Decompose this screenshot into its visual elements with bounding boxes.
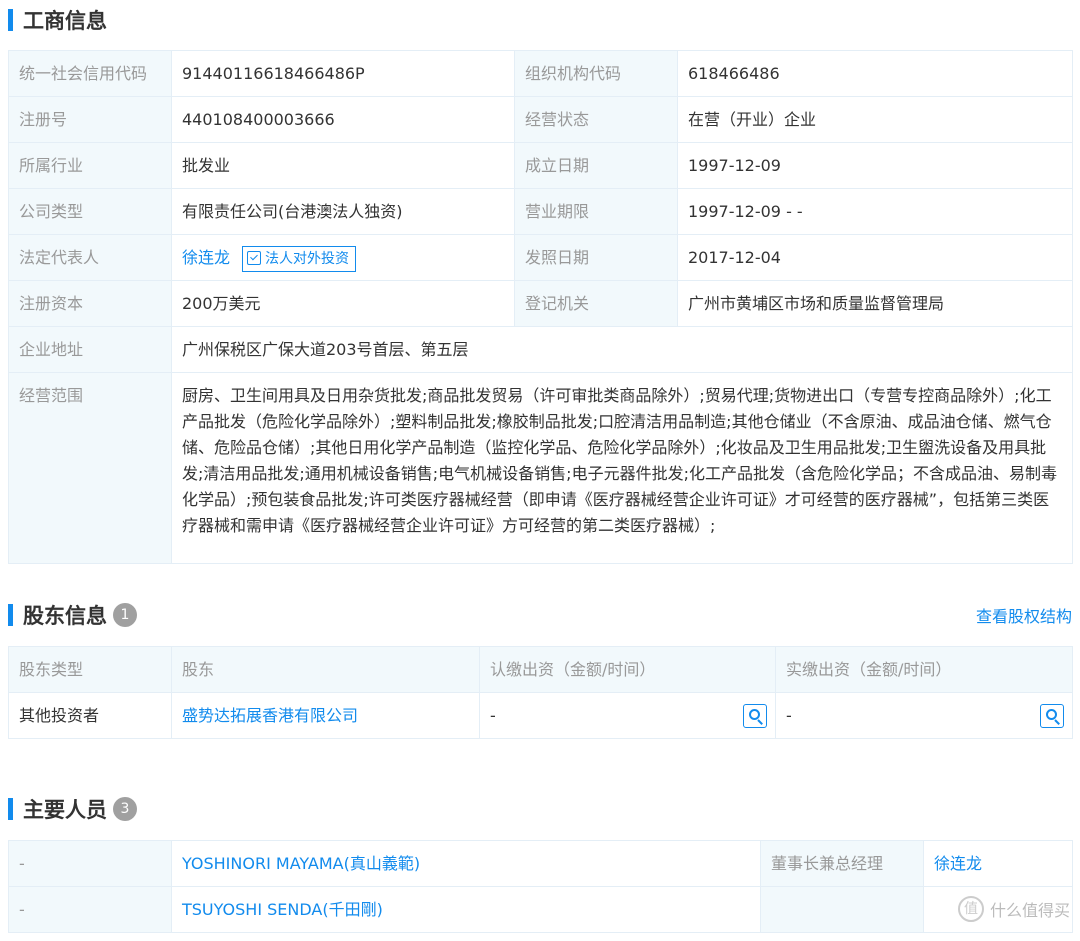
field-value: 200万美元 [171, 280, 515, 327]
field-label: 所属行业 [8, 142, 172, 189]
role-person-link[interactable]: 徐连龙 [934, 854, 982, 873]
person-name-link[interactable]: YOSHINORI MAYAMA(真山義範) [182, 854, 420, 873]
table-row: 所属行业 批发业 成立日期 1997-12-09 [8, 142, 1073, 189]
field-value: 440108400003666 [171, 96, 515, 143]
address-value: 广州保税区广保大道203号首层、第五层 [171, 326, 1073, 373]
count-badge: 3 [113, 797, 137, 821]
business-scope-value: 厨房、卫生间用具及日用杂货批发;商品批发贸易（许可审批类商品除外）;贸易代理;货… [171, 372, 1073, 564]
field-value: 1997-12-09 - - [677, 188, 1073, 235]
field-label: 经营状态 [514, 96, 678, 143]
column-header: 股东 [171, 646, 480, 693]
table-header-row: 股东类型 股东 认缴出资（金额/时间） 实缴出资（金额/时间） [8, 646, 1073, 693]
column-header: 股东类型 [8, 646, 172, 693]
field-label: 公司类型 [8, 188, 172, 235]
role-label [760, 886, 924, 933]
role-person-cell: 徐连龙 [923, 840, 1073, 887]
download-icon [247, 250, 262, 265]
title-accent-bar [8, 9, 13, 31]
table-row: - TSUYOSHI SENDA(千田剛) [8, 886, 1073, 933]
field-label: 企业地址 [8, 326, 172, 373]
role-label: 董事长兼总经理 [760, 840, 924, 887]
shareholders-table: 股东类型 股东 认缴出资（金额/时间） 实缴出资（金额/时间） 其他投资者 盛势… [8, 646, 1073, 739]
view-equity-structure-link[interactable]: 查看股权结构 [976, 603, 1072, 627]
table-row: 公司类型 有限责任公司(台港澳法人独资) 营业期限 1997-12-09 - - [8, 188, 1073, 235]
field-label: 法定代表人 [8, 234, 172, 281]
shareholder-name-cell: 盛势达拓展香港有限公司 [171, 692, 480, 739]
subscribed-capital-value: - [490, 706, 496, 725]
field-label: 经营范围 [8, 372, 172, 564]
business-info-table: 统一社会信用代码 91440116618466486P 组织机构代码 61846… [8, 50, 1073, 564]
row-index: - [8, 886, 172, 933]
key-personnel-heading: 主要人员 3 [8, 794, 137, 824]
field-value: 1997-12-09 [677, 142, 1073, 189]
field-label: 登记机关 [514, 280, 678, 327]
field-value: 有限责任公司(台港澳法人独资) [171, 188, 515, 235]
field-label: 发照日期 [514, 234, 678, 281]
paid-capital-cell: - [775, 692, 1073, 739]
shareholder-name-link[interactable]: 盛势达拓展香港有限公司 [182, 706, 358, 725]
field-value: 批发业 [171, 142, 515, 189]
business-info-heading: 工商信息 [8, 5, 107, 35]
person-name-cell: YOSHINORI MAYAMA(真山義範) [171, 840, 761, 887]
paid-capital-value: - [786, 706, 792, 725]
title-accent-bar [8, 798, 13, 820]
subscribed-capital-cell: - [479, 692, 776, 739]
table-row: - YOSHINORI MAYAMA(真山義範) 董事长兼总经理 徐连龙 [8, 840, 1073, 887]
title-accent-bar [8, 604, 13, 626]
field-value: 广州市黄埔区市场和质量监督管理局 [677, 280, 1073, 327]
count-badge: 1 [113, 603, 137, 627]
person-name-link[interactable]: TSUYOSHI SENDA(千田剛) [182, 900, 383, 919]
search-button[interactable] [743, 704, 767, 728]
section-title: 主要人员 [23, 798, 107, 822]
section-title: 工商信息 [23, 9, 107, 33]
search-button[interactable] [1040, 704, 1064, 728]
legal-rep-investment-button[interactable]: 法人对外投资 [242, 245, 357, 272]
table-row: 企业地址 广州保税区广保大道203号首层、第五层 [8, 326, 1073, 373]
field-value: 91440116618466486P [171, 50, 515, 97]
field-value: 618466486 [677, 50, 1073, 97]
table-row: 统一社会信用代码 91440116618466486P 组织机构代码 61846… [8, 50, 1073, 97]
table-row: 法定代表人 徐连龙 法人对外投资 发照日期 2017-12-04 [8, 234, 1073, 281]
table-row: 其他投资者 盛势达拓展香港有限公司 - - [8, 692, 1073, 739]
button-label: 法人对外投资 [265, 250, 350, 267]
column-header: 认缴出资（金额/时间） [479, 646, 776, 693]
field-label: 组织机构代码 [514, 50, 678, 97]
field-label: 注册号 [8, 96, 172, 143]
watermark-text: 什么值得买 [989, 901, 1070, 920]
legal-rep-cell: 徐连龙 法人对外投资 [171, 234, 515, 281]
watermark: 值 什么值得买 [957, 896, 1070, 922]
legal-rep-link[interactable]: 徐连龙 [182, 248, 230, 267]
shareholder-type: 其他投资者 [8, 692, 172, 739]
field-value: 在营（开业）企业 [677, 96, 1073, 143]
row-index: - [8, 840, 172, 887]
field-label: 注册资本 [8, 280, 172, 327]
column-header: 实缴出资（金额/时间） [775, 646, 1073, 693]
table-row: 注册资本 200万美元 登记机关 广州市黄埔区市场和质量监督管理局 [8, 280, 1073, 327]
field-value: 2017-12-04 [677, 234, 1073, 281]
shareholders-heading: 股东信息 1 [8, 600, 137, 630]
table-row: 注册号 440108400003666 经营状态 在营（开业）企业 [8, 96, 1073, 143]
table-row: 经营范围 厨房、卫生间用具及日用杂货批发;商品批发贸易（许可审批类商品除外）;贸… [8, 372, 1073, 564]
smzdm-logo-icon: 值 [957, 896, 984, 922]
field-label: 营业期限 [514, 188, 678, 235]
person-name-cell: TSUYOSHI SENDA(千田剛) [171, 886, 761, 933]
section-title: 股东信息 [23, 604, 107, 628]
field-label: 成立日期 [514, 142, 678, 189]
field-label: 统一社会信用代码 [8, 50, 172, 97]
key-personnel-table: - YOSHINORI MAYAMA(真山義範) 董事长兼总经理 徐连龙 - T… [8, 840, 1073, 933]
